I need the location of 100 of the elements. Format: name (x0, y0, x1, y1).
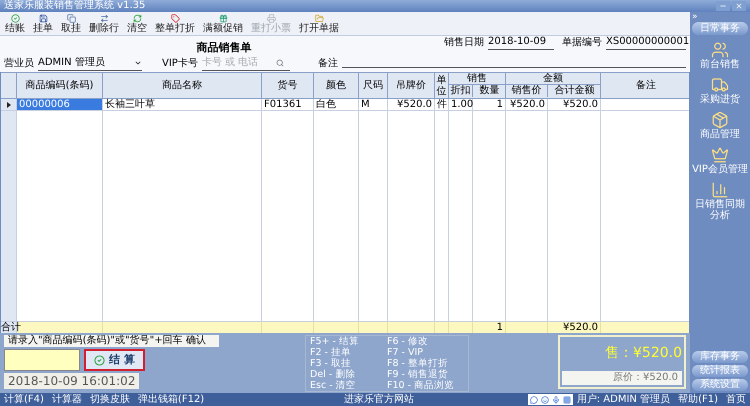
status-link[interactable]: 用户: ADMIN 管理员 (576, 394, 670, 404)
status-link[interactable]: 弹出钱箱(F12) (138, 394, 204, 404)
column-header: 折扣 (449, 85, 473, 97)
vip-card-field[interactable]: 卡号 或 电话 (202, 55, 290, 71)
table-cell: M (359, 99, 388, 110)
close-button[interactable] (732, 1, 746, 11)
field-label: VIP卡号 (162, 56, 198, 70)
original-price: 原价：¥520.0 (562, 371, 682, 385)
table-cell: 白色 (314, 99, 359, 110)
field-label: 单据编号 (562, 36, 602, 50)
column-header: 合计金额 (554, 85, 596, 97)
status-link[interactable]: 计算器 (52, 394, 82, 404)
column-header: 备注 (636, 80, 656, 92)
form-title: 商品销售单 (196, 42, 252, 52)
checkout-button[interactable]: 结 算 (84, 349, 145, 371)
toolbar-button[interactable]: 满额促销 (200, 14, 246, 34)
toolbar-button[interactable]: 打开单据 (296, 14, 342, 34)
field-label: 营业员 (4, 56, 34, 70)
chat-icon (530, 396, 538, 404)
column-header: 商品编码(条码) (26, 80, 94, 92)
truck-icon (711, 76, 729, 94)
table-cell: 件 (435, 99, 449, 110)
check-icon (10, 14, 20, 22)
status-link[interactable]: 帮助(F1) (678, 394, 718, 404)
field-label: 销售日期 (444, 36, 484, 50)
printer-icon (266, 14, 276, 22)
arrows-icon (100, 14, 108, 22)
minimize-button[interactable] (716, 1, 730, 11)
sidebar-item[interactable]: VIP会员管理 (691, 146, 749, 175)
save-icon (38, 14, 48, 22)
column-header: 数量 (478, 85, 500, 97)
table-cell: ¥520.0 (548, 99, 601, 110)
gift-icon (218, 14, 228, 22)
check-icon (94, 354, 105, 366)
toolbar-button[interactable]: 挂单 (30, 14, 56, 34)
column-group-header: 销售 (449, 73, 505, 85)
hotkey-text: F6 - 修改 (387, 336, 429, 347)
status-link[interactable]: 计算(F4) (4, 394, 44, 404)
clerk-dropdown[interactable]: ADMIN 管理员 (38, 55, 142, 71)
total-quantity: 1 (496, 322, 503, 332)
refresh-icon (132, 14, 142, 22)
crown-icon (711, 146, 729, 164)
date-field[interactable]: 2018-10-09 (488, 34, 554, 50)
bar-chart-icon (711, 181, 729, 199)
table-cell: ¥520.0 (388, 99, 435, 110)
hotkey-text: F9 - 销售退货 (387, 369, 449, 380)
tag-icon (170, 14, 180, 22)
sidebar-item[interactable]: 前台销售 (691, 41, 749, 70)
sidebar-header: 日常事务 (692, 22, 748, 35)
barcode-input[interactable] (4, 349, 80, 371)
toolbar-button[interactable]: 清空 (124, 14, 150, 34)
sale-price: 售：¥520.0 (605, 344, 682, 363)
sidebar-item[interactable]: 采购进货 (691, 76, 749, 105)
table-cell: 长袖三叶草 (103, 99, 262, 110)
total-amount: ¥520.0 (563, 322, 598, 332)
folder-icon (314, 14, 324, 22)
total-label: 合计 (1, 322, 21, 332)
table-cell: ¥520.0 (506, 99, 548, 110)
grid-icon (562, 396, 571, 404)
sidebar-item[interactable]: 商品管理 (691, 111, 749, 140)
status-link[interactable]: 切换皮肤 (90, 394, 130, 404)
package-icon (711, 111, 729, 129)
people-icon (711, 41, 729, 59)
entry-hint: 请录入"商品编码(条码)"或"货号"+回车 确认 (4, 335, 219, 347)
toolbar-button[interactable]: 结账 (2, 14, 28, 34)
toolbar-button[interactable]: 整单打折 (152, 14, 198, 34)
smile-icon (540, 396, 549, 404)
field-label: 备注 (318, 56, 338, 70)
hotkey-text: F3 - 取挂 (310, 358, 352, 369)
copy-icon (66, 14, 76, 22)
column-header: 销售价 (506, 85, 548, 97)
column-header: 货号 (278, 80, 298, 92)
table-cell: F01361 (262, 99, 314, 110)
search-icon (276, 58, 284, 66)
table-cell: 1.00 (449, 99, 473, 110)
toolbar-button[interactable]: 取挂 (58, 14, 84, 34)
column-group-header: 金额 (506, 73, 600, 85)
toolbar-button[interactable]: 删除行 (86, 14, 122, 34)
clock: 2018-10-09 16:01:02 (4, 373, 140, 389)
hotkey-text: F2 - 挂单 (310, 347, 352, 358)
column-header: 单位 (436, 74, 446, 96)
column-header: 商品名称 (162, 80, 202, 92)
column-header: 尺码 (363, 80, 383, 92)
hotkey-text: F5+ - 结算 (310, 336, 360, 347)
close-icon (735, 2, 743, 10)
hotkey-text: Esc - 清空 (310, 380, 357, 391)
collapse-button[interactable]: » (690, 12, 700, 22)
hotkey-text: Del - 删除 (310, 369, 356, 380)
bill-number-field[interactable]: XS00000000001 (606, 34, 686, 50)
table-cell: 1 (473, 99, 506, 110)
status-link[interactable]: 首页 (726, 394, 746, 404)
column-header: 颜色 (326, 80, 346, 92)
hotkey-text: F10 - 商品浏览 (387, 380, 456, 391)
microphone-icon (552, 396, 560, 404)
table-cell: 00000006 (17, 99, 103, 110)
column-header: 吊牌价 (396, 80, 426, 92)
hotkey-text: F8 - 整单打折 (387, 358, 449, 369)
hotkey-text: F7 - VIP (387, 347, 424, 358)
website-link[interactable]: 进家乐官方网站 (344, 394, 414, 404)
sidebar-item[interactable]: 日销售同期分析 (691, 181, 749, 221)
